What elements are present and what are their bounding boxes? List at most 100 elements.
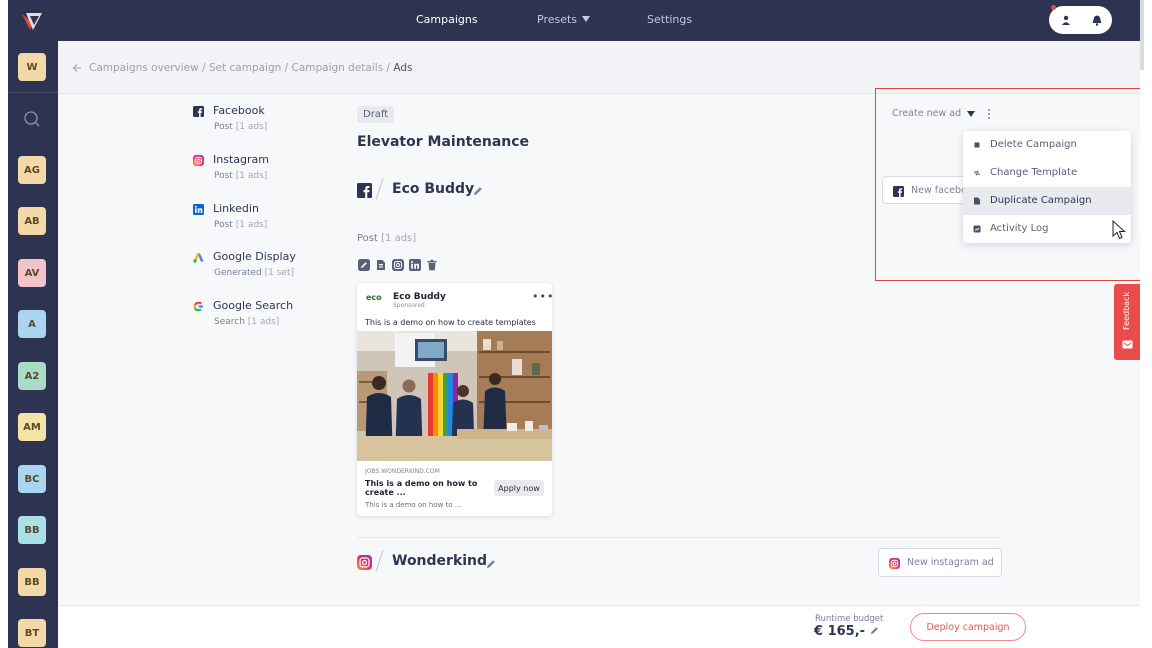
channel-meta: Generated [1 set] xyxy=(214,268,294,278)
ad-headline: This is a demo on how to create ... xyxy=(365,479,478,497)
swap-icon xyxy=(974,170,980,176)
google-display-icon xyxy=(193,253,204,263)
menu-item-label: Activity Log xyxy=(990,223,1049,234)
channel-meta: Search [1 ads] xyxy=(214,317,280,327)
linkedin-icon xyxy=(193,204,204,215)
breadcrumb-bar: Campaigns overview / Set campaign / Camp… xyxy=(58,41,1140,94)
nav-campaigns[interactable]: Campaigns xyxy=(416,13,478,26)
facebook-icon xyxy=(193,106,204,117)
channel-name: Google Search xyxy=(213,299,294,312)
activity-log-icon xyxy=(973,225,981,233)
menu-item-change-template[interactable]: Change Template xyxy=(963,159,1131,187)
apply-now-button[interactable]: Apply now xyxy=(494,480,544,496)
new-instagram-ad-button[interactable]: New instagram ad xyxy=(878,548,1002,577)
edit-pencil-icon[interactable] xyxy=(870,626,879,635)
workspace-chip[interactable]: BB xyxy=(18,516,46,544)
workspace-chip[interactable]: AG xyxy=(18,156,46,184)
instagram-icon xyxy=(193,155,204,166)
chevron-down-icon[interactable] xyxy=(967,111,975,117)
app-logo-icon[interactable] xyxy=(20,10,44,32)
user-icon[interactable] xyxy=(1060,14,1072,26)
top-navigation: Campaigns Presets Settings xyxy=(8,0,1140,41)
nav-presets-label: Presets xyxy=(537,13,578,26)
runtime-budget-label: Runtime budget xyxy=(815,614,884,624)
workspace-chip[interactable]: BB xyxy=(18,568,46,596)
workspace-chip[interactable]: BT xyxy=(18,619,46,647)
workspace-chip[interactable]: A2 xyxy=(18,362,46,390)
instagram-icon[interactable] xyxy=(392,259,404,271)
channel-name: Instagram xyxy=(213,153,269,166)
trash-icon[interactable] xyxy=(426,259,438,271)
workspace-chip[interactable]: AM xyxy=(18,413,46,441)
new-ad-label: New facebook ad xyxy=(911,185,966,196)
app-window: Campaigns Presets Settings W AG AB AV A xyxy=(8,0,1142,648)
search-icon[interactable] xyxy=(23,110,41,128)
menu-item-activity-log[interactable]: Activity Log xyxy=(963,215,1131,243)
ad-caption: This is a demo on how to create template… xyxy=(365,318,536,327)
instagram-icon xyxy=(357,555,372,570)
breadcrumb-current: Ads xyxy=(393,62,413,74)
chevron-down-icon xyxy=(582,16,591,22)
feedback-tab[interactable]: Feedback xyxy=(1114,284,1140,360)
ad-brand-name: Eco Buddy xyxy=(393,292,446,302)
menu-item-label: Delete Campaign xyxy=(990,139,1077,150)
footer-bar: Runtime budget € 165,- Deploy campaign xyxy=(58,605,1140,648)
ad-description: This is a demo on how to ... xyxy=(365,501,462,509)
google-icon xyxy=(193,301,204,312)
bell-icon[interactable] xyxy=(1091,14,1103,26)
more-options-icon[interactable]: ••• xyxy=(532,290,554,303)
feedback-icon xyxy=(1122,340,1133,349)
menu-item-label: Duplicate Campaign xyxy=(990,195,1092,206)
nav-presets[interactable]: Presets xyxy=(537,13,591,26)
back-arrow-icon[interactable] xyxy=(72,62,82,74)
nav-settings[interactable]: Settings xyxy=(647,13,692,26)
mouse-cursor-icon xyxy=(1112,220,1126,240)
edit-pencil-icon[interactable] xyxy=(486,559,496,569)
menu-item-label: Change Template xyxy=(990,167,1078,178)
window-edge xyxy=(1140,0,1152,648)
breadcrumb-path[interactable]: Campaigns overview / Set campaign / Camp… xyxy=(89,62,393,74)
brand-logo: eco xyxy=(366,293,382,302)
workspace-chip-current[interactable]: W xyxy=(18,53,46,81)
post-label: Post [1 ads] xyxy=(357,233,417,244)
edit-pencil-icon[interactable] xyxy=(473,186,483,196)
channel-meta: Post [1 ads] xyxy=(214,220,268,230)
menu-item-delete-campaign[interactable]: Delete Campaign xyxy=(963,131,1131,159)
ad-preview-card[interactable]: eco Eco Buddy Sponsored ••• This is a de… xyxy=(357,283,554,516)
sponsored-label: Sponsored xyxy=(393,302,425,309)
ad-domain: JOBS.WONDERKIND.COM xyxy=(365,468,440,475)
ad-image xyxy=(357,331,552,461)
facebook-icon xyxy=(893,186,904,197)
square-icon xyxy=(974,142,980,148)
deploy-campaign-button[interactable]: Deploy campaign xyxy=(910,613,1026,641)
facebook-icon xyxy=(357,183,372,198)
user-menu[interactable] xyxy=(1049,6,1112,34)
workspace-chip[interactable]: BC xyxy=(18,465,46,493)
edit-icon[interactable] xyxy=(358,259,370,271)
instagram-icon xyxy=(889,558,900,569)
section-divider xyxy=(375,178,384,200)
linkedin-icon[interactable] xyxy=(409,259,421,271)
copy-icon[interactable] xyxy=(375,259,387,271)
channel-name: Linkedin xyxy=(213,202,259,215)
runtime-budget-value[interactable]: € 165,- xyxy=(814,624,879,639)
menu-item-duplicate-campaign[interactable]: Duplicate Campaign xyxy=(963,187,1131,215)
campaign-actions-menu: Delete Campaign Change Template Duplicat… xyxy=(963,131,1131,243)
scrollbar-thumb[interactable] xyxy=(1140,0,1144,70)
section-name: Eco Buddy xyxy=(392,181,475,197)
rail-divider xyxy=(8,92,58,93)
notification-dot xyxy=(1051,5,1056,10)
create-new-ad-button[interactable]: Create new ad xyxy=(892,108,961,119)
workspace-chip[interactable]: AV xyxy=(18,259,46,287)
duplicate-icon xyxy=(974,197,980,205)
new-ad-label: New instagram ad xyxy=(907,557,994,568)
new-facebook-ad-button[interactable]: New facebook ad xyxy=(882,176,966,204)
workspace-chip[interactable]: A xyxy=(18,310,46,338)
more-vertical-icon[interactable] xyxy=(987,108,991,120)
channel-name: Google Display xyxy=(213,250,296,263)
campaign-title: Elevator Maintenance xyxy=(357,134,530,150)
breadcrumb[interactable]: Campaigns overview / Set campaign / Camp… xyxy=(89,62,413,74)
workspace-chip[interactable]: AB xyxy=(18,207,46,235)
section-divider xyxy=(375,550,384,572)
section-name: Wonderkind xyxy=(392,553,488,569)
